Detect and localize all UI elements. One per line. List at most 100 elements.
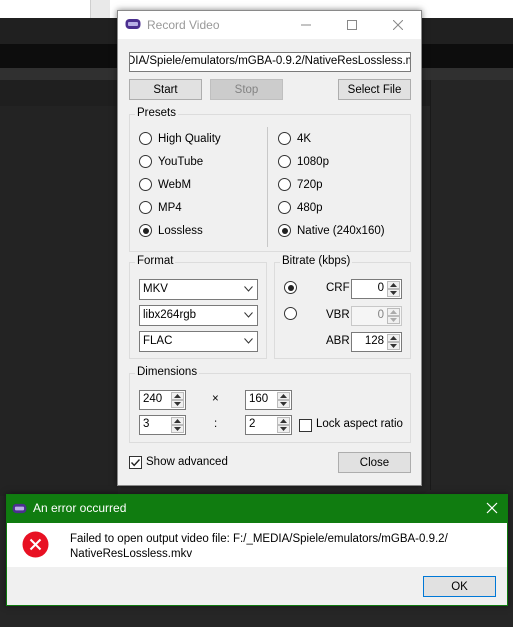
crf-radio[interactable] (284, 281, 297, 294)
height-spin-buttons[interactable] (277, 392, 290, 408)
preset-youtube-radio[interactable] (139, 155, 152, 168)
abr-down-button[interactable] (387, 342, 400, 350)
preset-webm-label: WebM (158, 178, 192, 191)
preset-720p-radio[interactable] (278, 178, 291, 191)
width-spin-buttons[interactable] (171, 392, 184, 408)
crf-spin-buttons[interactable] (387, 281, 400, 297)
arrow-down-icon (280, 402, 287, 406)
crf-spinbox[interactable]: 0 (351, 279, 402, 299)
show-advanced-checkbox[interactable] (129, 456, 142, 469)
error-titlebar[interactable]: An error occurred (7, 495, 507, 523)
preset-4k-label: 4K (297, 132, 312, 145)
ratio-width-down-button[interactable] (171, 425, 184, 433)
preset-high-quality-radio[interactable] (139, 132, 152, 145)
ratio-height-down-button[interactable] (277, 425, 290, 433)
preset-native[interactable]: Native (240x160) (278, 224, 385, 237)
error-message-line-2: NativeResLossless.mkv (70, 548, 193, 560)
width-up-button[interactable] (171, 392, 184, 400)
record-video-dialog: Record Video DIA/Spiele/emulators/mGBA-0… (117, 10, 422, 486)
vbr-up-button[interactable] (387, 308, 400, 316)
height-down-button[interactable] (277, 400, 290, 408)
stop-button[interactable]: Stop (210, 79, 283, 100)
vbr-option[interactable] (284, 307, 303, 320)
ok-button[interactable]: OK (423, 576, 496, 597)
arrow-up-icon (174, 419, 181, 423)
chevron-down-icon (244, 338, 253, 344)
abr-spin-buttons[interactable] (387, 334, 400, 350)
presets-divider (267, 127, 268, 247)
ratio-width-spinbox[interactable]: 3 (139, 415, 186, 435)
width-spinbox[interactable]: 240 (139, 390, 186, 410)
ratio-width-up-button[interactable] (171, 417, 184, 425)
arrow-down-icon (280, 427, 287, 431)
preset-mp4[interactable]: MP4 (139, 201, 182, 214)
close-button[interactable]: Close (338, 452, 411, 473)
preset-480p[interactable]: 480p (278, 201, 323, 214)
mgba-app-icon (12, 503, 27, 514)
width-down-button[interactable] (171, 400, 184, 408)
preset-high-quality-label: High Quality (158, 132, 221, 145)
vbr-down-button[interactable] (387, 316, 400, 324)
preset-720p[interactable]: 720p (278, 178, 323, 191)
vbr-spinbox[interactable]: 0 (351, 306, 402, 326)
presets-group: Presets High Quality YouTube WebM MP4 Lo… (129, 107, 411, 252)
ratio-width-spin-buttons[interactable] (171, 417, 184, 433)
preset-720p-label: 720p (297, 178, 323, 191)
preset-mp4-radio[interactable] (139, 201, 152, 214)
video-codec-select[interactable]: libx264rgb (139, 305, 258, 326)
crf-down-button[interactable] (387, 289, 400, 297)
ratio-height-up-button[interactable] (277, 417, 290, 425)
select-file-button[interactable]: Select File (338, 79, 411, 100)
lock-aspect-checkbox[interactable] (299, 419, 312, 432)
close-icon[interactable] (485, 501, 499, 515)
arrow-down-icon (390, 318, 397, 322)
preset-youtube[interactable]: YouTube (139, 155, 203, 168)
dimensions-group: Dimensions 240 × 160 3 : 2 Lock aspect r… (129, 366, 411, 443)
output-path-input[interactable]: DIA/Spiele/emulators/mGBA-0.9.2/NativeRe… (129, 52, 411, 72)
abr-label: ABR (326, 335, 350, 347)
abr-up-button[interactable] (387, 334, 400, 342)
height-up-button[interactable] (277, 392, 290, 400)
ratio-colon: : (214, 418, 218, 430)
height-spinbox[interactable]: 160 (245, 390, 292, 410)
minimize-button[interactable] (283, 11, 329, 39)
preset-1080p[interactable]: 1080p (278, 155, 329, 168)
start-button[interactable]: Start (129, 79, 202, 100)
preset-480p-label: 480p (297, 201, 323, 214)
close-icon (393, 20, 403, 30)
vbr-label: VBR (326, 309, 350, 321)
preset-480p-radio[interactable] (278, 201, 291, 214)
error-title: An error occurred (33, 501, 127, 515)
preset-high-quality[interactable]: High Quality (139, 132, 221, 145)
audio-codec-select[interactable]: FLAC (139, 331, 258, 352)
preset-lossless-radio[interactable] (139, 224, 152, 237)
record-video-titlebar[interactable]: Record Video (118, 11, 421, 39)
preset-4k-radio[interactable] (278, 132, 291, 145)
abr-spinbox[interactable]: 128 (351, 332, 402, 352)
preset-native-radio[interactable] (278, 224, 291, 237)
format-label: Format (135, 255, 176, 267)
preset-native-label: Native (240x160) (297, 224, 385, 237)
container-select[interactable]: MKV (139, 279, 258, 300)
arrow-up-icon (390, 283, 397, 287)
preset-webm-radio[interactable] (139, 178, 152, 191)
bitrate-group: Bitrate (kbps) CRF 0 VBR 0 ABR 128 (274, 255, 411, 359)
crf-option[interactable] (284, 281, 303, 294)
close-window-button[interactable] (375, 11, 421, 39)
vbr-spin-buttons[interactable] (387, 308, 400, 324)
preset-mp4-label: MP4 (158, 201, 182, 214)
crf-up-button[interactable] (387, 281, 400, 289)
preset-1080p-radio[interactable] (278, 155, 291, 168)
mgba-app-icon (125, 19, 141, 29)
bitrate-label: Bitrate (kbps) (280, 255, 353, 267)
video-codec-value: libx264rgb (143, 309, 197, 321)
maximize-button[interactable] (329, 11, 375, 39)
preset-lossless[interactable]: Lossless (139, 224, 203, 237)
preset-webm[interactable]: WebM (139, 178, 191, 191)
vbr-radio[interactable] (284, 307, 297, 320)
arrow-up-icon (390, 310, 397, 314)
ratio-height-spinbox[interactable]: 2 (245, 415, 292, 435)
preset-4k[interactable]: 4K (278, 132, 311, 145)
ratio-height-spin-buttons[interactable] (277, 417, 290, 433)
ratio-height-value: 2 (249, 418, 256, 430)
